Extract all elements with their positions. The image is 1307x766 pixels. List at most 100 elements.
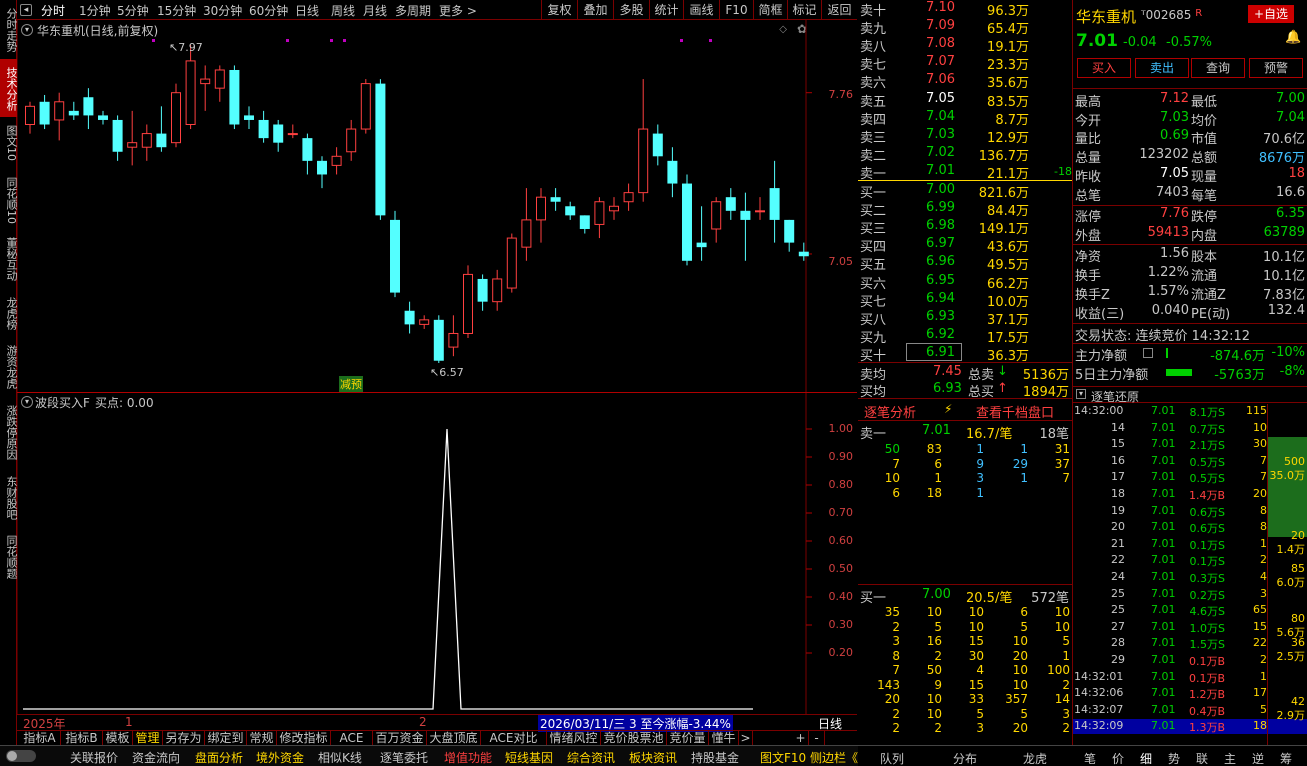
toolbar-button[interactable]: 画线 <box>683 0 719 20</box>
status-link[interactable]: 境外资金 <box>256 749 304 766</box>
queue-tab[interactable]: 龙虎 <box>1023 750 1047 766</box>
status-link[interactable]: 图文F10 侧边栏《 <box>760 749 858 766</box>
left-tab[interactable]: 董秘互动 <box>0 229 18 286</box>
tick-row[interactable]: 21 7.01 0.1万S 1 <box>1073 537 1307 552</box>
toolbar-button[interactable]: 标记 <box>787 0 821 20</box>
indicator-tab[interactable]: ACE对比 <box>481 731 547 745</box>
toolbar-button[interactable]: 返回 <box>821 0 857 20</box>
period-tab[interactable]: 30分钟 <box>203 2 242 19</box>
detail-tab[interactable]: 逆 <box>1249 750 1267 766</box>
tick-row[interactable]: 22 7.01 0.1万S 2 <box>1073 553 1307 568</box>
indicator-tab[interactable]: 另存为 <box>163 731 205 745</box>
bell-icon[interactable]: 🔔 <box>1285 30 1301 45</box>
indicator-tab[interactable]: 修改指标 <box>277 731 331 745</box>
trade-analysis-tab[interactable]: 逐笔分析 <box>864 402 916 421</box>
trade-button[interactable]: 查询 <box>1191 58 1245 78</box>
deep-book-link[interactable]: 查看千档盘口 <box>976 402 1054 421</box>
period-tab[interactable]: 多周期 <box>395 2 431 19</box>
period-tab[interactable]: 更多 > <box>439 2 477 19</box>
ticks-collapse-icon[interactable]: ▾ <box>1076 389 1086 399</box>
orderbook-row[interactable]: 卖二 7.02 136.7万 <box>858 145 1073 164</box>
orderbook-row[interactable]: 买二 6.99 84.4万 <box>858 200 1073 219</box>
indicator-tab[interactable]: 百万资金 <box>373 731 427 745</box>
indicator-tab[interactable]: ACE <box>331 731 373 745</box>
indicator-tab[interactable]: 指标B <box>61 731 103 745</box>
indicator-tab[interactable]: 常规 <box>247 731 277 745</box>
indicator-tab[interactable]: - <box>809 731 825 745</box>
orderbook-row[interactable]: 卖五 7.05 83.5万 <box>858 91 1073 110</box>
left-tab[interactable]: 同花顺10 <box>0 172 18 227</box>
tick-row[interactable]: 24 7.01 0.3万S 4 <box>1073 570 1307 585</box>
indicator-tab[interactable]: 管理 <box>133 731 163 745</box>
status-link[interactable]: 短线基因 <box>505 749 553 766</box>
detail-tab[interactable]: 笔 <box>1081 750 1099 766</box>
orderbook-row[interactable]: 卖六 7.06 35.6万 <box>858 72 1073 91</box>
indicator-tab[interactable]: 大盘顶底 <box>427 731 481 745</box>
indicator-tab[interactable]: + <box>793 731 809 745</box>
detail-tab[interactable]: 筹 <box>1277 750 1295 766</box>
detail-tab[interactable]: 主 <box>1221 750 1239 766</box>
detail-tab[interactable]: 联 <box>1193 750 1211 766</box>
tick-row[interactable]: 14 7.01 0.7万S 10 <box>1073 421 1307 436</box>
toolbar-button[interactable]: F10 <box>719 0 753 20</box>
detail-tab[interactable]: 价 <box>1109 750 1127 766</box>
tick-row[interactable]: 28 7.01 1.5万S 22 <box>1073 636 1307 651</box>
orderbook-row[interactable]: 卖八 7.08 19.1万 <box>858 36 1073 55</box>
queue-tab[interactable]: 队列 <box>880 750 904 766</box>
status-link[interactable]: 增值功能 <box>444 749 492 766</box>
status-link[interactable]: 盘面分析 <box>195 749 243 766</box>
indicator-tab[interactable]: 指标A <box>19 731 61 745</box>
left-tab[interactable]: 分时走势 <box>0 0 18 58</box>
toolbar-button[interactable]: 简框 <box>753 0 787 20</box>
orderbook-row[interactable]: 买四 6.97 43.6万 <box>858 236 1073 255</box>
indicator-tab[interactable]: > <box>739 731 753 745</box>
orderbook-row[interactable]: 卖一 7.01 21.1万 <box>858 163 1073 182</box>
indicator-panel[interactable]: ▾ 波段买入F 买点: 0.00 1.00 0.90 0.80 0.70 0.60 0.5… <box>17 392 857 715</box>
trade-button[interactable]: 买入 <box>1077 58 1131 78</box>
tick-row[interactable]: 14:32:06 7.01 1.2万B 17 <box>1073 686 1307 701</box>
orderbook-row[interactable]: 买五 6.96 49.5万 <box>858 254 1073 273</box>
period-tab[interactable]: 月线 <box>363 2 387 19</box>
orderbook-row[interactable]: 买七 6.94 10.0万 <box>858 291 1073 310</box>
status-link[interactable]: 板块资讯 <box>629 749 677 766</box>
tick-row[interactable]: 27 7.01 1.0万S 15 <box>1073 620 1307 635</box>
orderbook-row[interactable]: 买八 6.93 37.1万 <box>858 309 1073 328</box>
left-tab[interactable]: 图文10 <box>0 119 18 164</box>
orderbook-row[interactable]: 买六 6.95 66.2万 <box>858 273 1073 292</box>
indicator-tab[interactable]: 竞价量 <box>667 731 709 745</box>
period-tab[interactable]: 15分钟 <box>157 2 196 19</box>
indicator-tab[interactable]: 懂牛 <box>709 731 739 745</box>
kline-chart[interactable]: ▾ 华东重机(日线,前复权) ◇ ✿ 7.76 7.05 ↖7.97 ↖6.57… <box>17 20 857 392</box>
status-link[interactable]: 相似K线 <box>318 749 362 766</box>
detail-tab[interactable]: 细 <box>1137 750 1155 766</box>
period-tab[interactable]: 1分钟 <box>79 2 111 19</box>
orderbook-row[interactable]: 卖七 7.07 23.3万 <box>858 54 1073 73</box>
indicator-tab[interactable]: 竞价股票池 <box>601 731 667 745</box>
left-tab[interactable]: 同花顺题 <box>0 527 18 584</box>
toolbar-button[interactable]: 多股 <box>613 0 649 20</box>
status-link[interactable]: 逐笔委托 <box>380 749 428 766</box>
trade-button[interactable]: 预警 <box>1249 58 1303 78</box>
status-link[interactable]: 综合资讯 <box>567 749 615 766</box>
trade-button[interactable]: 卖出 <box>1135 58 1189 78</box>
indicator-tab[interactable]: 绑定到 <box>205 731 247 745</box>
collapse-icon[interactable]: ◂ <box>20 4 32 16</box>
forecast-marker[interactable]: 减预 <box>339 376 363 392</box>
indicator-tab[interactable]: 模板 <box>103 731 133 745</box>
toolbar-button[interactable]: 复权 <box>541 0 577 20</box>
orderbook-row[interactable]: 买三 6.98 149.1万 <box>858 218 1073 237</box>
orderbook-row[interactable]: 卖十 7.10 96.3万 <box>858 0 1073 19</box>
tick-row[interactable]: 14:32:00 7.01 8.1万S 115 <box>1073 404 1307 419</box>
left-tab[interactable]: 技术分析 <box>0 59 18 117</box>
tick-row[interactable]: 14:32:07 7.01 0.4万B 5 <box>1073 703 1307 718</box>
indicator-tab[interactable]: 情绪风控 <box>547 731 601 745</box>
tick-row[interactable]: 29 7.01 0.1万B 2 <box>1073 653 1307 668</box>
detail-tab[interactable]: 势 <box>1165 750 1183 766</box>
tick-row[interactable]: 14:32:01 7.01 0.1万B 1 <box>1073 670 1307 685</box>
left-tab[interactable]: 游资龙虎 <box>0 337 18 394</box>
period-tab[interactable]: 60分钟 <box>249 2 288 19</box>
orderbook-row[interactable]: 卖三 7.03 12.9万 <box>858 127 1073 146</box>
toolbar-button[interactable]: 叠加 <box>577 0 613 20</box>
period-tab[interactable]: 分时 <box>41 2 65 19</box>
queue-tab[interactable]: 分布 <box>953 750 977 766</box>
